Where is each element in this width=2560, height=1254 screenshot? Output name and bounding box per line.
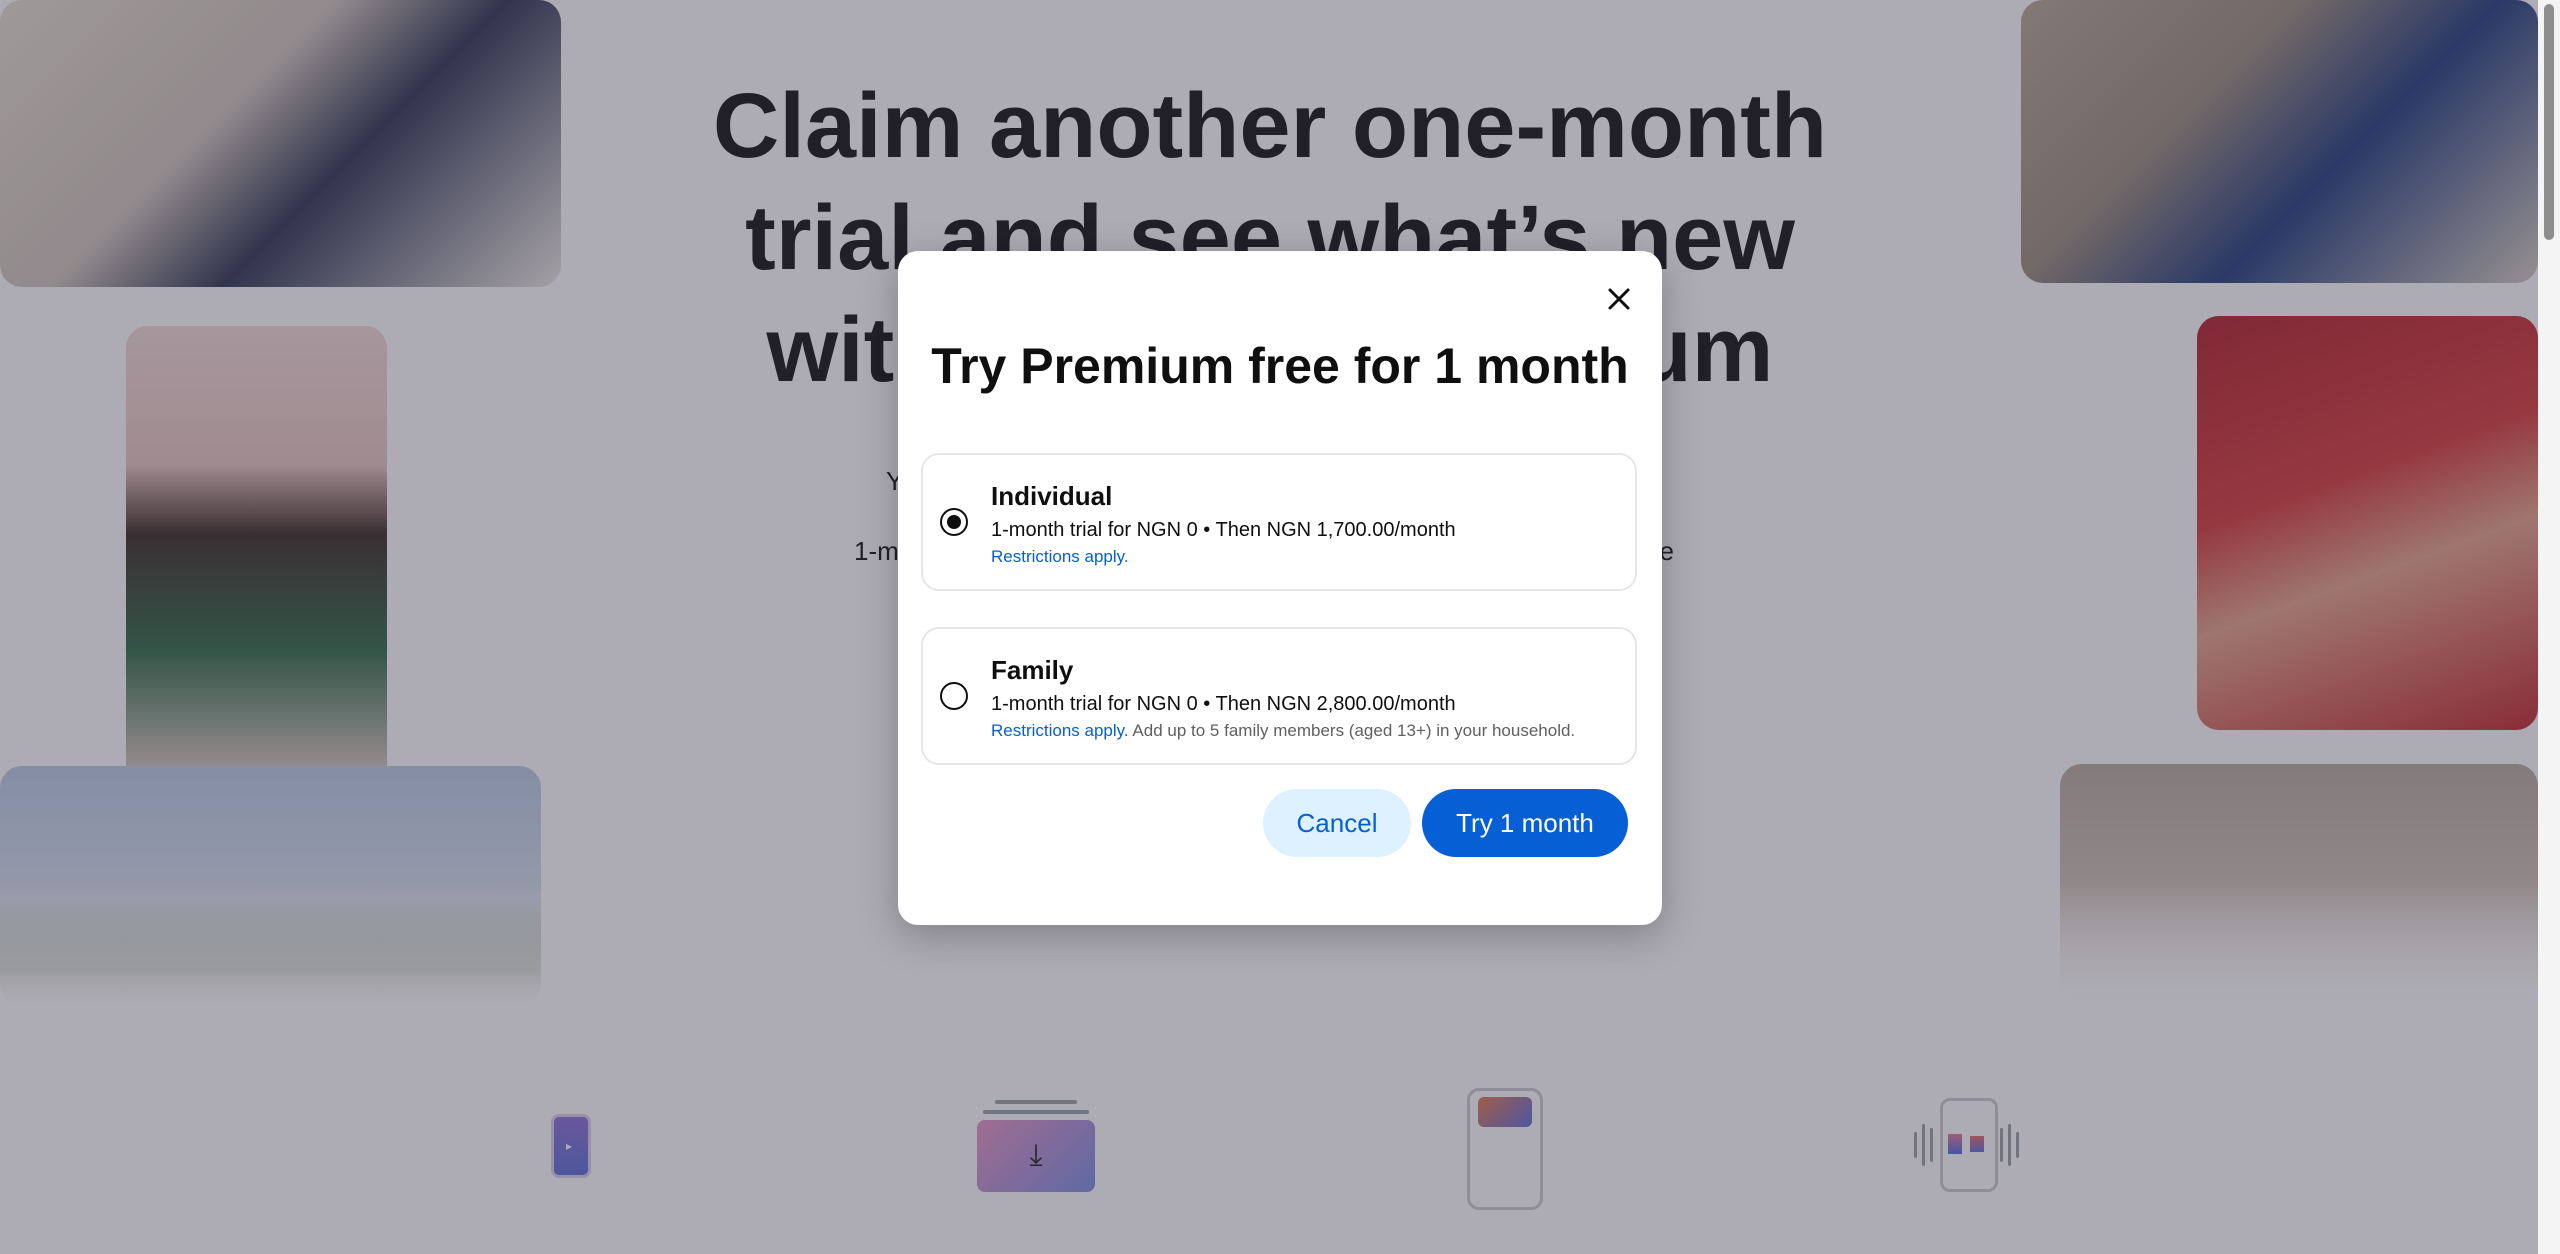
restrictions-link[interactable]: Restrictions apply. xyxy=(991,547,1129,566)
dialog-title: Try Premium free for 1 month xyxy=(931,338,1629,394)
plan-name: Individual xyxy=(991,481,1113,511)
plan-price: 1-month trial for NGN 0 • Then NGN 2,800… xyxy=(991,693,1456,715)
radio-individual[interactable] xyxy=(940,508,968,536)
plan-name: Family xyxy=(991,655,1074,685)
plan-note: Restrictions apply. xyxy=(991,547,1129,567)
restrictions-link[interactable]: Restrictions apply. xyxy=(991,721,1129,740)
plan-note-text: Add up to 5 family members (aged 13+) in… xyxy=(1128,721,1576,740)
scrollbar-thumb[interactable] xyxy=(2544,4,2554,240)
radio-family[interactable] xyxy=(940,682,968,710)
plan-option-individual[interactable]: Individual 1-month trial for NGN 0 • The… xyxy=(921,453,1637,591)
try-1-month-button[interactable]: Try 1 month xyxy=(1422,789,1628,857)
cancel-button[interactable]: Cancel xyxy=(1263,789,1411,857)
close-button[interactable] xyxy=(1599,279,1639,319)
plan-price: 1-month trial for NGN 0 • Then NGN 1,700… xyxy=(991,519,1456,541)
close-icon xyxy=(1608,288,1630,310)
plan-note: Restrictions apply. Add up to 5 family m… xyxy=(991,721,1575,741)
plan-option-family[interactable]: Family 1-month trial for NGN 0 • Then NG… xyxy=(921,627,1637,765)
